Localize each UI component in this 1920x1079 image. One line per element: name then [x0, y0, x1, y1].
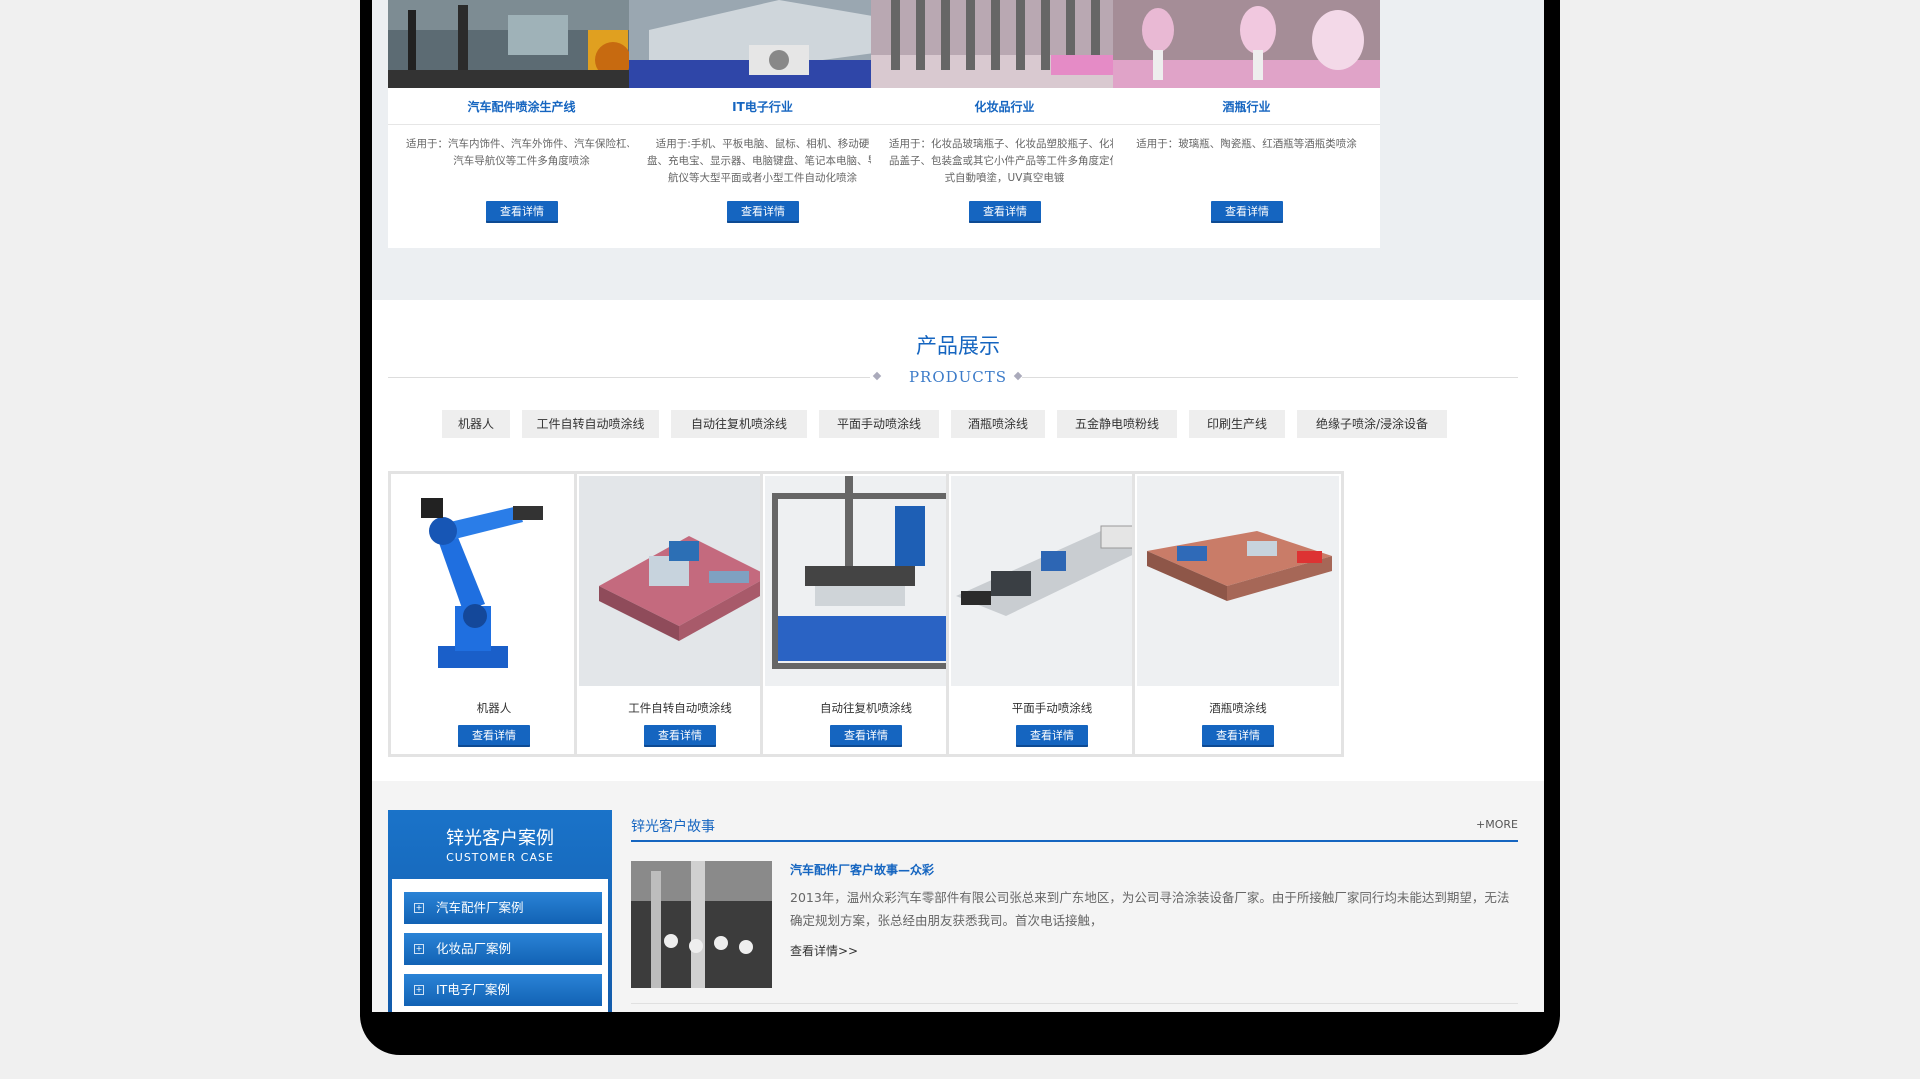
product-name[interactable]: 自动往复机喷涂线	[763, 700, 969, 716]
industry-image-cosmetics[interactable]	[871, 0, 1138, 88]
product-tabs: 机器人 工件自转自动喷涂线 自动往复机喷涂线 平面手动喷涂线 酒瓶喷涂线 五金静…	[442, 410, 1542, 438]
divider	[388, 124, 655, 125]
products-title: 产品展示	[916, 334, 1000, 358]
view-details-button[interactable]: 查看详情	[1202, 725, 1274, 747]
case-item-it[interactable]: + IT电子厂案例	[404, 974, 602, 1006]
customer-case-panel: 锌光客户案例 CUSTOMER CASE + 汽车配件厂案例 + 化妆品厂案例 …	[388, 810, 612, 1012]
product-image-reciprocator-line[interactable]	[765, 476, 967, 686]
view-details-button[interactable]: 查看详情	[1016, 725, 1088, 747]
product-name[interactable]: 工件自转自动喷涂线	[577, 700, 783, 716]
product-name[interactable]: 机器人	[391, 700, 597, 716]
industry-desc: 适用于：玻璃瓶、陶瓷瓶、红酒瓶等酒瓶类喷涂	[1136, 138, 1357, 150]
customer-case-title: 锌光客户案例	[446, 828, 554, 849]
web-page: 汽车配件喷涂生产线 适用于：汽车内饰件、汽车外饰件、汽车保险杠、汽车导航仪等工件…	[372, 0, 1544, 1012]
tab-printing-line[interactable]: 印刷生产线	[1189, 410, 1285, 438]
plus-icon: +	[414, 944, 424, 954]
view-details-button[interactable]: 查看详情	[969, 201, 1041, 223]
tab-insulator-equipment[interactable]: 绝缘子喷涂/浸涂设备	[1297, 410, 1447, 438]
industry-card: 化妆品行业 适用于：化妆品玻璃瓶子、化妆品塑胶瓶子、化妆品盖子、包装盒或其它小件…	[871, 0, 1138, 248]
view-details-button[interactable]: 查看详情	[830, 725, 902, 747]
industry-image-it[interactable]	[629, 0, 896, 88]
product-card: 机器人 查看详情	[388, 471, 600, 757]
industry-title[interactable]: 酒瓶行业	[1113, 98, 1380, 115]
customer-case-subtitle: CUSTOMER CASE	[446, 851, 554, 864]
plus-icon: +	[414, 985, 424, 995]
product-card: 工件自转自动喷涂线 查看详情	[574, 471, 786, 757]
customer-case-list: + 汽车配件厂案例 + 化妆品厂案例 + IT电子厂案例	[392, 879, 608, 1012]
story-details-link[interactable]: 查看详情>>	[790, 942, 858, 959]
product-name[interactable]: 平面手动喷涂线	[949, 700, 1155, 716]
case-item-auto-parts[interactable]: + 汽车配件厂案例	[404, 892, 602, 924]
case-item-cosmetics[interactable]: + 化妆品厂案例	[404, 933, 602, 965]
product-image-flat-manual-line[interactable]	[951, 476, 1153, 686]
industry-desc: 适用于:手机、平板电脑、鼠标、相机、移动硬盘、充电宝、显示器、电脑键盘、笔记本电…	[647, 138, 878, 184]
divider	[1022, 377, 1518, 378]
divider	[871, 124, 1138, 125]
stories-header: 锌光客户故事 +MORE	[631, 813, 1518, 843]
industry-title[interactable]: 化妆品行业	[871, 98, 1138, 115]
divider	[631, 840, 1518, 842]
industry-title[interactable]: IT电子行业	[629, 98, 896, 115]
tab-reciprocator-line[interactable]: 自动往复机喷涂线	[671, 410, 807, 438]
tab-powder-line[interactable]: 五金静电喷粉线	[1057, 410, 1177, 438]
industry-desc: 适用于：汽车内饰件、汽车外饰件、汽车保险杠、汽车导航仪等工件多角度喷涂	[406, 138, 637, 167]
industry-card: 汽车配件喷涂生产线 适用于：汽车内饰件、汽车外饰件、汽车保险杠、汽车导航仪等工件…	[388, 0, 655, 248]
industry-card: IT电子行业 适用于:手机、平板电脑、鼠标、相机、移动硬盘、充电宝、显示器、电脑…	[629, 0, 896, 248]
view-details-button[interactable]: 查看详情	[1211, 201, 1283, 223]
tab-self-rotating-line[interactable]: 工件自转自动喷涂线	[522, 410, 659, 438]
view-details-button[interactable]: 查看详情	[727, 201, 799, 223]
divider	[629, 124, 896, 125]
stories-title: 锌光客户故事	[631, 819, 715, 835]
view-details-button[interactable]: 查看详情	[644, 725, 716, 747]
industry-card: 酒瓶行业 适用于：玻璃瓶、陶瓷瓶、红酒瓶等酒瓶类喷涂 查看详情	[1113, 0, 1380, 248]
customer-case-header: 锌光客户案例 CUSTOMER CASE	[388, 810, 612, 876]
more-link[interactable]: +MORE	[1476, 818, 1518, 831]
view-details-button[interactable]: 查看详情	[486, 201, 558, 223]
product-image-self-rotating-line[interactable]	[579, 476, 781, 686]
product-card: 酒瓶喷涂线 查看详情	[1132, 471, 1344, 757]
product-card: 自动往复机喷涂线 查看详情	[760, 471, 972, 757]
story-image[interactable]	[631, 861, 772, 988]
plus-icon: +	[414, 903, 424, 913]
divider	[1113, 124, 1380, 125]
tab-bottle-line[interactable]: 酒瓶喷涂线	[951, 410, 1045, 438]
product-card: 平面手动喷涂线 查看详情	[946, 471, 1158, 757]
industry-desc: 适用于：化妆品玻璃瓶子、化妆品塑胶瓶子、化妆品盖子、包装盒或其它小件产品等工件多…	[889, 138, 1120, 184]
product-image-bottle-line[interactable]	[1137, 476, 1339, 686]
industry-image-bottles[interactable]	[1113, 0, 1380, 88]
industry-image-auto-parts[interactable]	[388, 0, 655, 88]
product-image-robot[interactable]	[393, 476, 595, 686]
tab-robot[interactable]: 机器人	[442, 410, 510, 438]
divider	[631, 1003, 1518, 1004]
story-title[interactable]: 汽车配件厂客户故事—众彩	[790, 861, 934, 878]
industry-title[interactable]: 汽车配件喷涂生产线	[388, 98, 655, 115]
story-text: 2013年，温州众彩汽车零部件有限公司张总来到广东地区，为公司寻洽涂装设备厂家。…	[790, 890, 1510, 928]
product-name[interactable]: 酒瓶喷涂线	[1135, 700, 1341, 716]
view-details-button[interactable]: 查看详情	[458, 725, 530, 747]
tab-flat-manual-line[interactable]: 平面手动喷涂线	[819, 410, 939, 438]
industry-section: 汽车配件喷涂生产线 适用于：汽车内饰件、汽车外饰件、汽车保险杠、汽车导航仪等工件…	[372, 0, 1544, 300]
